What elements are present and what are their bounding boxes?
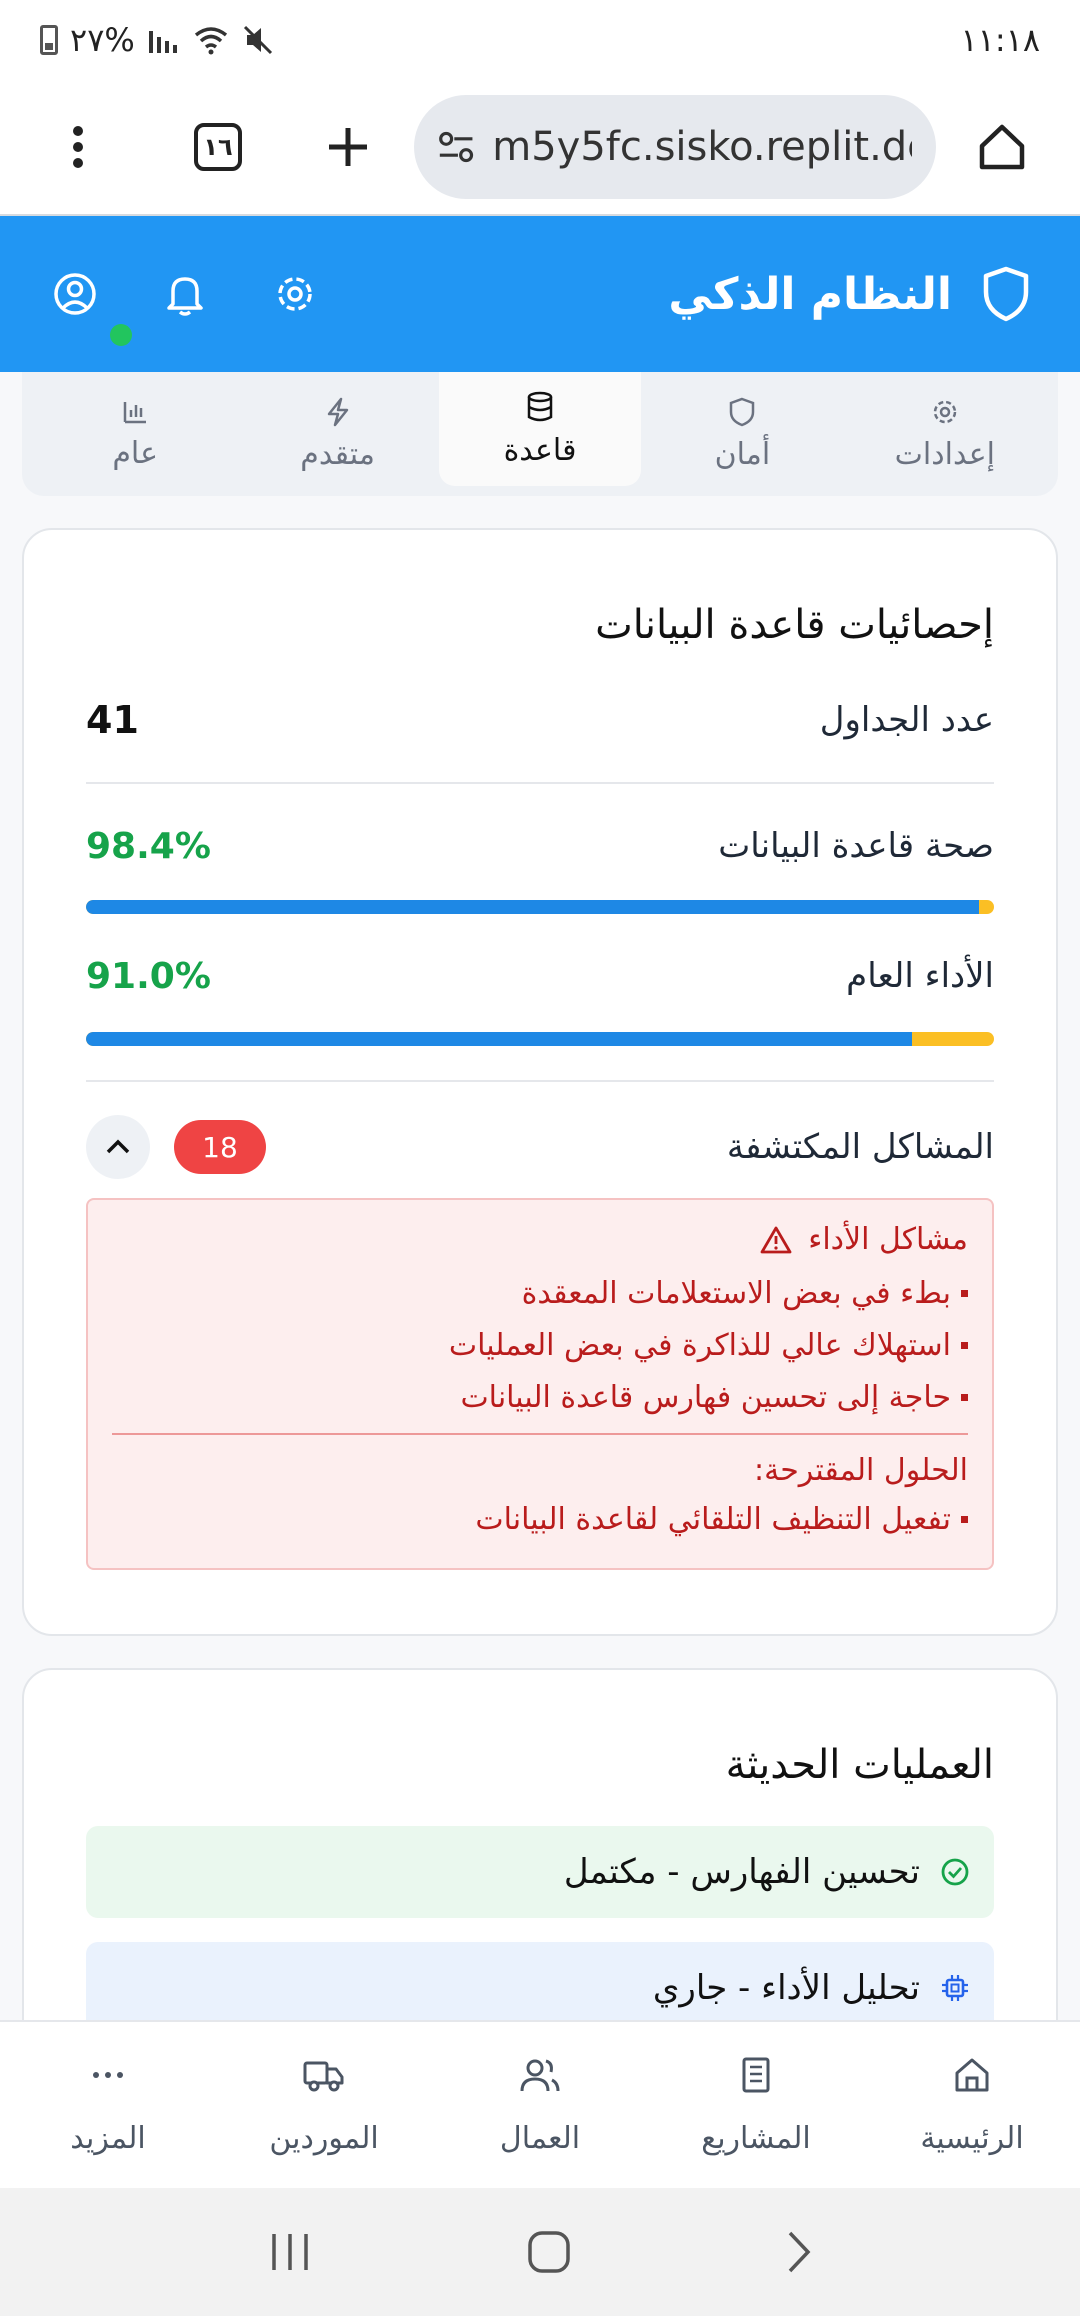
app-title: النظام الذكي [668,268,952,320]
home-system-icon[interactable] [526,2229,572,2275]
mute-icon [243,25,272,55]
solution-item: تفعيل التنظيف التلقائي لقاعدة البيانات [112,1493,968,1545]
online-status-dot [110,324,132,346]
truck-icon [303,2061,344,2091]
database-icon [527,391,553,421]
signal-icon [148,31,177,53]
alert-item: استهلاك عالي للذاكرة في بعض العمليات [112,1319,968,1371]
back-icon[interactable] [784,2229,814,2275]
performance-progress-fill [86,1032,913,1046]
gear-icon [933,400,957,423]
alert-divider [112,1433,968,1435]
nav-suppliers[interactable]: الموردين [216,2022,432,2188]
tabs-count: ١٦ [194,123,242,171]
divider [86,1080,994,1082]
bell-icon[interactable] [160,269,210,319]
battery-icon [40,25,58,55]
issues-label: المشاكل المكتشفة [726,1127,994,1167]
status-icons: ٢٧% [40,21,275,59]
url-text: m5y5fc.sisko.replit.dev [492,124,912,170]
home-browser-icon[interactable] [952,97,1052,197]
operation-item-complete[interactable]: تحسين الفهارس - مكتمل [86,1826,994,1918]
system-navigation-bar [0,2188,1080,2316]
health-progress-fill [86,900,980,914]
home-icon [955,2058,989,2091]
performance-progress-bar [86,1032,994,1046]
site-settings-icon[interactable] [438,129,474,165]
nav-home[interactable]: الرئيسية [864,2022,1080,2188]
divider [86,782,994,784]
alert-title: مشاكل الأداء [808,1222,968,1257]
bar-chart-icon [123,401,147,423]
bolt-icon [327,397,348,426]
performance-row: الأداء العام 91.0% [86,946,994,1006]
tables-label: عدد الجداول [819,700,994,740]
operation-text: تحليل الأداء - جاري [652,1968,920,2008]
issues-controls: 18 [86,1115,266,1179]
tab-database[interactable]: قاعدة [438,372,642,486]
user-profile-icon[interactable] [50,269,100,319]
shield-icon [730,397,755,426]
check-circle-icon [941,1858,969,1886]
header-actions [50,269,320,319]
bottom-navigation: الرئيسية المشاريع العمال الموردين المزيد [0,2020,1080,2188]
performance-value: 91.0% [86,955,211,997]
clock: ١١:١٨ [960,21,1040,59]
alert-item: بطء في بعض الاستعلامات المعقدة [112,1267,968,1319]
health-value: 98.4% [86,825,211,867]
issues-row: المشاكل المكتشفة 18 [86,1112,994,1182]
warning-triangle-icon [760,1226,792,1253]
tab-general[interactable]: عام [34,372,236,496]
health-row: صحة قاعدة البيانات 98.4% [86,816,994,876]
tables-row: عدد الجداول 41 [86,690,994,750]
shield-logo-icon [983,266,1029,322]
settings-gear-icon[interactable] [270,269,320,319]
tab-settings[interactable]: إعدادات [844,372,1046,496]
battery-level: ٢٧% [70,21,135,59]
nav-more[interactable]: المزيد [0,2022,216,2188]
collapse-button[interactable] [86,1115,150,1179]
browser-toolbar: ١٦ m5y5fc.sisko.replit.dev [0,80,1080,216]
performance-issues-alert: مشاكل الأداء بطء في بعض الاستعلامات المع… [86,1198,994,1570]
new-tab-button[interactable] [298,97,398,197]
solutions-title: الحلول المقترحة: [754,1452,968,1488]
health-progress-bar [86,900,994,914]
operation-text: تحسين الفهارس - مكتمل [563,1852,920,1892]
tab-security[interactable]: أمان [641,372,843,496]
menu-dots-icon[interactable] [28,97,128,197]
recent-operations-title: العمليات الحديثة [725,1742,994,1788]
app-header: النظام الذكي [0,216,1080,372]
users-icon [520,2059,560,2091]
section-tabs: إعدادات أمان قاعدة متقدم عام [22,372,1058,496]
wifi-icon [194,27,227,55]
cpu-icon [942,1975,968,2001]
brand: النظام الذكي [668,266,1030,322]
db-stats-card: إحصائيات قاعدة البيانات عدد الجداول 41 ص… [22,528,1058,1636]
tabs-button[interactable]: ١٦ [168,97,268,197]
url-bar[interactable]: m5y5fc.sisko.replit.dev [414,95,936,199]
chevron-up-icon [106,1139,130,1154]
db-stats-title: إحصائيات قاعدة البيانات [595,602,994,648]
issues-count-badge: 18 [174,1120,266,1174]
tables-value: 41 [86,698,139,742]
performance-label: الأداء العام [846,956,994,996]
alert-item: حاجة إلى تحسين فهارس قاعدة البيانات [112,1371,968,1423]
tab-advanced[interactable]: متقدم [236,372,438,496]
more-icon [93,2071,123,2078]
building-icon [742,2057,770,2092]
health-label: صحة قاعدة البيانات [718,826,994,866]
status-bar: ٢٧% ١١:١٨ [0,0,1080,80]
alert-header: مشاكل الأداء [112,1222,968,1257]
nav-projects[interactable]: المشاريع [648,2022,864,2188]
recent-apps-icon[interactable] [266,2230,314,2274]
nav-workers[interactable]: العمال [432,2022,648,2188]
